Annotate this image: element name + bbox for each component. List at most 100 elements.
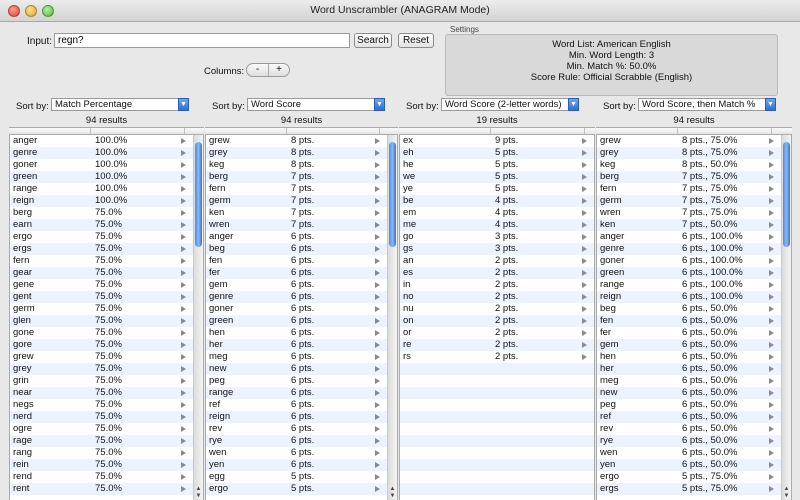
disclosure-triangle-icon[interactable]	[181, 150, 186, 156]
list-item[interactable]: es 2 pts.	[400, 267, 594, 279]
input-field[interactable]	[54, 33, 350, 48]
disclosure-triangle-icon[interactable]	[769, 450, 774, 456]
disclosure-triangle-icon[interactable]	[769, 210, 774, 216]
list-item[interactable]: rev 6 pts., 50.0%	[597, 423, 791, 435]
list-item[interactable]: go 3 pts.	[400, 231, 594, 243]
list-item[interactable]: an 2 pts.	[400, 255, 594, 267]
list-item[interactable]: peg 6 pts.	[206, 375, 397, 387]
list-item[interactable]: eh 5 pts.	[400, 147, 594, 159]
disclosure-triangle-icon[interactable]	[375, 450, 380, 456]
list-item[interactable]: he 5 pts.	[400, 159, 594, 171]
disclosure-triangle-icon[interactable]	[769, 270, 774, 276]
disclosure-triangle-icon[interactable]	[582, 282, 587, 288]
disclosure-triangle-icon[interactable]	[769, 366, 774, 372]
results-list[interactable]: grew 8 pts., 75.0% grey 8 pts., 75.0% keg 8 p…	[596, 135, 792, 500]
list-item[interactable]: reign 6 pts., 100.0%	[597, 291, 791, 303]
disclosure-triangle-icon[interactable]	[181, 270, 186, 276]
list-item[interactable]: fern 7 pts., 75.0%	[597, 183, 791, 195]
list-item[interactable]: range 6 pts.	[206, 387, 397, 399]
disclosure-triangle-icon[interactable]	[375, 330, 380, 336]
list-item[interactable]: goner 6 pts.	[206, 303, 397, 315]
disclosure-triangle-icon[interactable]	[769, 330, 774, 336]
list-item[interactable]: ergs 5 pts., 75.0%	[597, 483, 791, 495]
list-item[interactable]: ergo 5 pts.	[206, 483, 397, 495]
list-item[interactable]: we 5 pts.	[400, 171, 594, 183]
scroll-down-arrow-icon[interactable]: ▼	[194, 493, 203, 500]
list-item[interactable]: green 100.0%	[10, 171, 203, 183]
list-item[interactable]: range 6 pts., 100.0%	[597, 279, 791, 291]
disclosure-triangle-icon[interactable]	[582, 150, 587, 156]
disclosure-triangle-icon[interactable]	[769, 246, 774, 252]
scrollbar-thumb[interactable]	[195, 142, 202, 247]
disclosure-triangle-icon[interactable]	[181, 426, 186, 432]
list-item[interactable]: new 6 pts., 50.0%	[597, 387, 791, 399]
list-item[interactable]: rage 75.0%	[10, 435, 203, 447]
list-item[interactable]: gem 6 pts., 50.0%	[597, 339, 791, 351]
list-item[interactable]: germ 75.0%	[10, 303, 203, 315]
disclosure-triangle-icon[interactable]	[375, 438, 380, 444]
disclosure-triangle-icon[interactable]	[181, 402, 186, 408]
list-item[interactable]: wren 7 pts.	[206, 219, 397, 231]
score-column-header[interactable]	[678, 128, 772, 135]
disclosure-triangle-icon[interactable]	[181, 138, 186, 144]
list-item[interactable]: genre 100.0%	[10, 147, 203, 159]
list-item[interactable]: genre 6 pts.	[206, 291, 397, 303]
list-item[interactable]: her 6 pts.	[206, 339, 397, 351]
disclosure-triangle-icon[interactable]	[769, 282, 774, 288]
scroll-up-arrow-icon[interactable]: ▲	[194, 486, 203, 493]
list-item[interactable]: in 2 pts.	[400, 279, 594, 291]
disclosure-triangle-icon[interactable]	[769, 318, 774, 324]
list-item[interactable]: rein 75.0%	[10, 459, 203, 471]
disclosure-triangle-icon[interactable]	[181, 354, 186, 360]
disclosure-triangle-icon[interactable]	[375, 354, 380, 360]
disclosure-triangle-icon[interactable]	[181, 486, 186, 492]
list-item[interactable]: rang 75.0%	[10, 447, 203, 459]
disclosure-triangle-icon[interactable]	[375, 486, 380, 492]
disclosure-triangle-icon[interactable]	[375, 138, 380, 144]
disclosure-triangle-icon[interactable]	[769, 294, 774, 300]
disclosure-triangle-icon[interactable]	[375, 342, 380, 348]
disclosure-triangle-icon[interactable]	[375, 198, 380, 204]
list-item[interactable]: anger 6 pts., 100.0%	[597, 231, 791, 243]
disclosure-triangle-icon[interactable]	[375, 426, 380, 432]
disclosure-triangle-icon[interactable]	[769, 342, 774, 348]
vertical-scrollbar[interactable]: ▲ ▼	[193, 135, 203, 500]
disclosure-triangle-icon[interactable]	[181, 462, 186, 468]
disclosure-triangle-icon[interactable]	[375, 306, 380, 312]
disclosure-triangle-icon[interactable]	[582, 342, 587, 348]
list-item[interactable]: germ 7 pts.	[206, 195, 397, 207]
disclosure-triangle-icon[interactable]	[769, 306, 774, 312]
reset-button[interactable]: Reset	[398, 33, 434, 48]
sort-by-select[interactable]: Match Percentage ▼	[51, 98, 189, 111]
disclosure-triangle-icon[interactable]	[582, 210, 587, 216]
list-item[interactable]: on 2 pts.	[400, 315, 594, 327]
disclosure-triangle-icon[interactable]	[375, 390, 380, 396]
disclosure-triangle-icon[interactable]	[375, 270, 380, 276]
disclosure-triangle-icon[interactable]	[375, 474, 380, 480]
disclosure-triangle-icon[interactable]	[181, 258, 186, 264]
disclosure-triangle-icon[interactable]	[769, 390, 774, 396]
disclosure-triangle-icon[interactable]	[769, 234, 774, 240]
list-item[interactable]: meg 6 pts.	[206, 351, 397, 363]
scroll-down-arrow-icon[interactable]: ▼	[388, 493, 397, 500]
disclosure-triangle-icon[interactable]	[181, 210, 186, 216]
list-item[interactable]: or 2 pts.	[400, 327, 594, 339]
list-item[interactable]: rent 75.0%	[10, 483, 203, 495]
list-item[interactable]: ergs 75.0%	[10, 243, 203, 255]
disclosure-triangle-icon[interactable]	[181, 330, 186, 336]
disclosure-triangle-icon[interactable]	[769, 474, 774, 480]
disclosure-triangle-icon[interactable]	[582, 138, 587, 144]
list-item[interactable]: goner 6 pts., 100.0%	[597, 255, 791, 267]
disclosure-triangle-icon[interactable]	[769, 258, 774, 264]
list-item[interactable]: nerd 75.0%	[10, 411, 203, 423]
scroll-up-arrow-icon[interactable]: ▲	[388, 486, 397, 493]
disclosure-triangle-icon[interactable]	[375, 294, 380, 300]
disclosure-triangle-icon[interactable]	[582, 162, 587, 168]
list-item[interactable]: fern 75.0%	[10, 255, 203, 267]
list-item[interactable]: wen 6 pts., 50.0%	[597, 447, 791, 459]
list-item[interactable]: anger 100.0%	[10, 135, 203, 147]
disclosure-triangle-icon[interactable]	[375, 462, 380, 468]
list-item[interactable]: genre 6 pts., 100.0%	[597, 243, 791, 255]
disclosure-triangle-icon[interactable]	[181, 414, 186, 420]
list-item[interactable]: keg 8 pts., 50.0%	[597, 159, 791, 171]
